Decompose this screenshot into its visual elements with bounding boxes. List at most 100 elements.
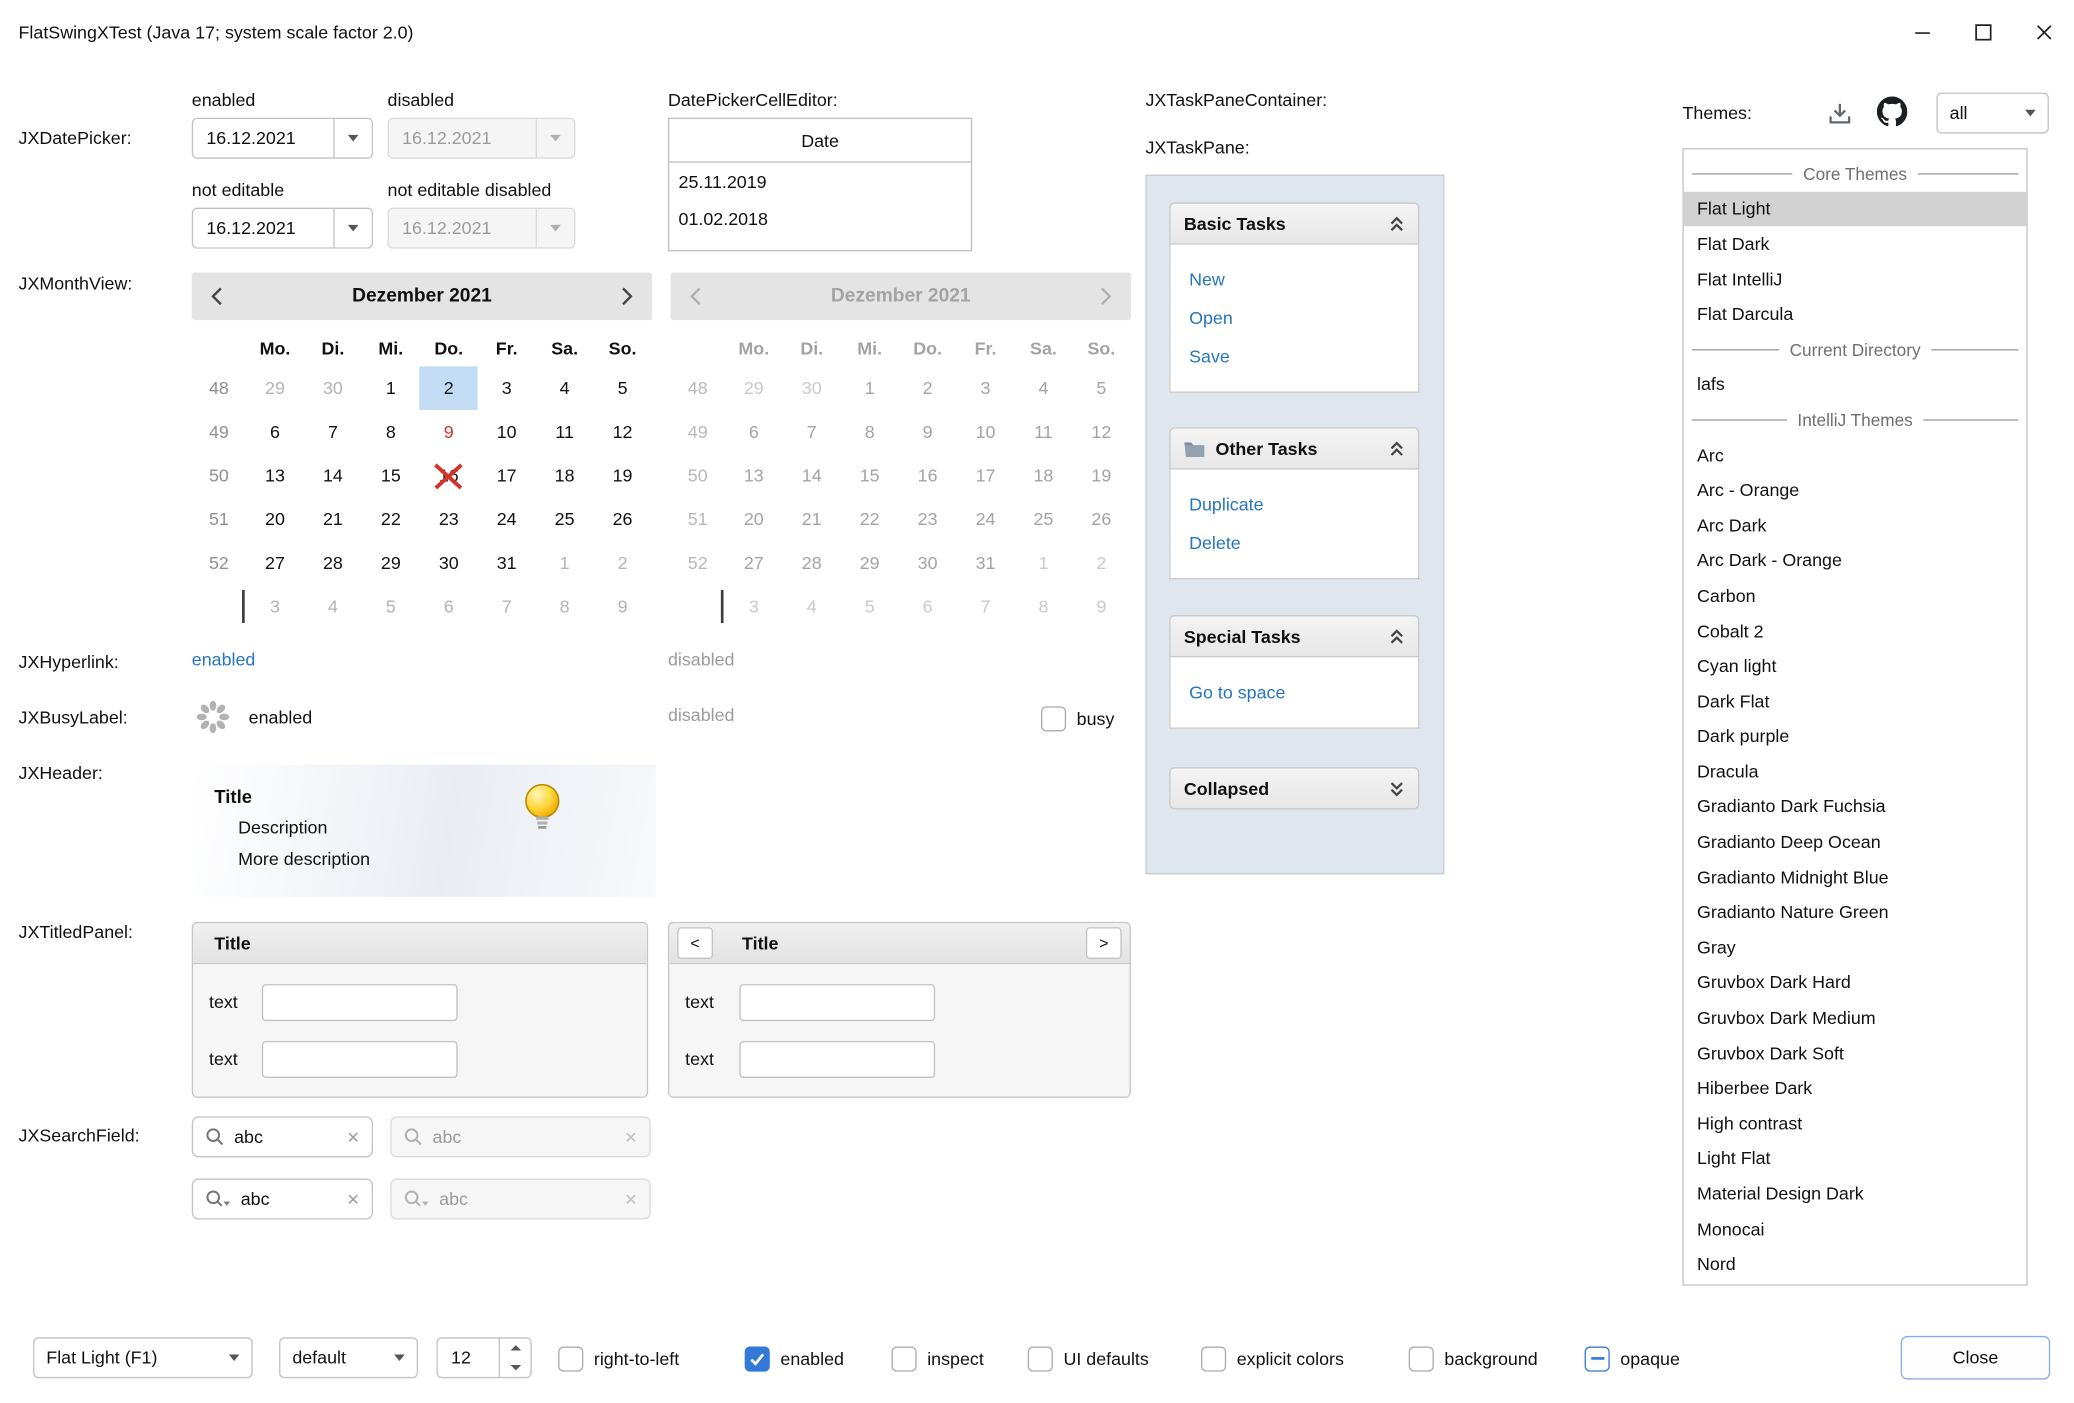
theme-item[interactable]: lafs <box>1684 367 2027 402</box>
theme-item[interactable]: Dark purple <box>1684 719 2027 754</box>
left-button[interactable]: < <box>677 927 713 959</box>
taskpane-header[interactable]: Other Tasks <box>1169 427 1419 469</box>
datepicker-dropdown-button[interactable] <box>333 209 371 247</box>
theme-list[interactable]: Core ThemesFlat LightFlat DarkFlat Intel… <box>1682 148 2027 1286</box>
taskpane-header[interactable]: Collapsed <box>1169 767 1419 809</box>
checkbox-box[interactable] <box>1028 1346 1053 1371</box>
theme-item[interactable]: Gruvbox Dark Hard <box>1684 965 2027 1000</box>
taskpane-link[interactable]: New <box>1189 261 1399 299</box>
checkbox-box[interactable] <box>891 1346 916 1371</box>
clear-icon[interactable]: ✕ <box>346 1128 359 1147</box>
taskpane-link[interactable]: Duplicate <box>1189 485 1399 523</box>
theme-item[interactable]: Flat Dark <box>1684 226 2027 261</box>
laf-combo[interactable]: Flat Light (F1) <box>33 1337 253 1378</box>
text-field[interactable] <box>739 984 935 1021</box>
day-cell[interactable]: 12 <box>594 410 652 454</box>
maximize-button[interactable] <box>1952 0 2013 63</box>
right-button[interactable]: > <box>1086 927 1122 959</box>
theme-item[interactable]: Gruvbox Dark Soft <box>1684 1035 2027 1070</box>
day-cell[interactable]: 20 <box>246 497 304 541</box>
hyperlink-enabled[interactable]: enabled <box>192 649 256 669</box>
theme-item[interactable]: Flat Light <box>1684 191 2027 226</box>
clear-icon[interactable]: ✕ <box>346 1190 359 1209</box>
day-cell[interactable]: 29 <box>362 541 420 585</box>
day-cell[interactable]: 2 <box>594 541 652 585</box>
taskpane-header[interactable]: Special Tasks <box>1169 615 1419 657</box>
theme-item[interactable]: Material Design Dark <box>1684 1176 2027 1211</box>
day-cell[interactable]: 1 <box>536 541 594 585</box>
datepicker-dropdown-button[interactable] <box>333 119 371 157</box>
table-row[interactable]: 25.11.2019 <box>669 163 971 200</box>
day-cell[interactable]: 25 <box>536 497 594 541</box>
day-cell[interactable]: 8 <box>536 585 594 629</box>
theme-item[interactable]: Gradianto Dark Fuchsia <box>1684 789 2027 824</box>
checkbox-box[interactable] <box>1041 706 1066 731</box>
theme-item[interactable]: High contrast <box>1684 1106 2027 1141</box>
checkbox-box[interactable] <box>1409 1346 1434 1371</box>
day-cell[interactable]: 13 <box>246 454 304 498</box>
day-cell[interactable]: 2 <box>420 366 478 410</box>
checkbox-background[interactable]: background <box>1409 1345 1538 1371</box>
expand-icon[interactable] <box>1389 780 1405 797</box>
theme-filter-combo[interactable]: all <box>1936 93 2048 134</box>
search-field-with-menu[interactable]: abc ✕ <box>192 1179 373 1220</box>
datepicker-not-editable[interactable]: 16.12.2021 <box>192 208 373 249</box>
day-cell[interactable]: 4 <box>304 585 362 629</box>
table-row[interactable]: 01.02.2018 <box>669 200 971 237</box>
day-cell[interactable]: 10 <box>478 410 536 454</box>
theme-item[interactable]: Light Flat <box>1684 1141 2027 1176</box>
spinner-value[interactable]: 12 <box>438 1339 499 1377</box>
theme-item[interactable]: Flat IntelliJ <box>1684 262 2027 297</box>
close-button[interactable]: Close <box>1901 1336 2050 1380</box>
spinner-down-button[interactable] <box>500 1358 530 1377</box>
search-input[interactable]: abc <box>234 1127 337 1147</box>
day-cell[interactable]: 14 <box>304 454 362 498</box>
day-cell[interactable]: 26 <box>594 497 652 541</box>
day-cell[interactable]: 7 <box>304 410 362 454</box>
theme-item[interactable]: Cobalt 2 <box>1684 613 2027 648</box>
day-cell[interactable]: 29 <box>246 366 304 410</box>
day-cell[interactable]: 4 <box>536 366 594 410</box>
prev-month-icon[interactable] <box>210 286 223 307</box>
theme-item[interactable]: Flat Darcula <box>1684 297 2027 332</box>
collapse-icon[interactable] <box>1389 628 1405 645</box>
day-cell[interactable]: 22 <box>362 497 420 541</box>
day-cell[interactable]: 23 <box>420 497 478 541</box>
checkbox-box[interactable] <box>1585 1346 1610 1371</box>
search-input[interactable]: abc <box>241 1189 337 1209</box>
checkbox-box[interactable] <box>745 1346 770 1371</box>
theme-item[interactable]: Gray <box>1684 930 2027 965</box>
checkbox-inspect[interactable]: inspect <box>891 1345 983 1371</box>
checkbox-right-to-left[interactable]: right-to-left <box>558 1345 679 1371</box>
text-field[interactable] <box>262 1041 458 1078</box>
checkbox-ui-defaults[interactable]: UI defaults <box>1028 1345 1149 1371</box>
theme-item[interactable]: Dark Flat <box>1684 684 2027 719</box>
download-icon[interactable] <box>1827 101 1853 127</box>
day-cell[interactable]: 30 <box>420 541 478 585</box>
theme-item[interactable]: Gradianto Deep Ocean <box>1684 824 2027 859</box>
day-cell[interactable]: 15 <box>362 454 420 498</box>
day-cell[interactable]: 8 <box>362 410 420 454</box>
day-cell[interactable]: 31 <box>478 541 536 585</box>
theme-item[interactable]: Gradianto Midnight Blue <box>1684 860 2027 895</box>
theme-item[interactable]: Carbon <box>1684 578 2027 613</box>
text-field[interactable] <box>262 984 458 1021</box>
font-size-spinner[interactable]: 12 <box>436 1337 531 1378</box>
day-cell[interactable]: 24 <box>478 497 536 541</box>
close-window-button[interactable] <box>2013 0 2074 63</box>
spinner-up-button[interactable] <box>500 1339 530 1358</box>
theme-item[interactable]: Arc <box>1684 437 2027 472</box>
theme-item[interactable]: Nord <box>1684 1247 2027 1282</box>
theme-item[interactable]: Gradianto Nature Green <box>1684 895 2027 930</box>
day-cell[interactable]: 9 <box>420 410 478 454</box>
datepicker-value[interactable]: 16.12.2021 <box>193 119 333 157</box>
day-cell[interactable]: 11 <box>536 410 594 454</box>
checkbox-opaque[interactable]: opaque <box>1585 1345 1680 1371</box>
taskpane-link[interactable]: Open <box>1189 299 1399 337</box>
next-month-icon[interactable] <box>620 286 633 307</box>
collapse-icon[interactable] <box>1389 215 1405 232</box>
style-combo[interactable]: default <box>279 1337 418 1378</box>
theme-item[interactable]: Dracula <box>1684 754 2027 789</box>
taskpane-link[interactable]: Go to space <box>1189 673 1399 711</box>
day-cell[interactable]: 27 <box>246 541 304 585</box>
